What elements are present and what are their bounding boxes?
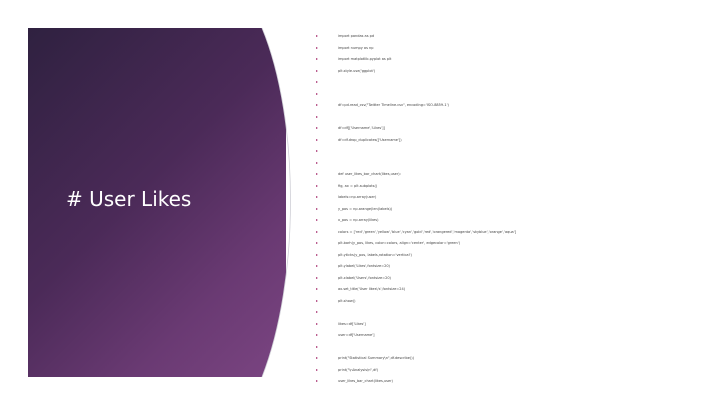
bullet-arrow-icon	[316, 92, 318, 95]
bullet-arrow-icon	[316, 35, 318, 37]
code-line-text: print("Statistical Summary\n",df.describ…	[338, 356, 414, 360]
code-line-text: import matplotlib.pyplot as plt	[338, 57, 392, 61]
code-line: df=df[['Username','Likes']]	[316, 123, 706, 135]
bullet-arrow-icon	[316, 345, 318, 348]
code-bullet-list: import pandas as pd import numpy as np imp…	[316, 31, 706, 388]
code-line-text: plt.ylabel('Likes',fontsize=20)	[338, 264, 390, 268]
bullet-arrow-icon	[316, 322, 318, 325]
code-line-text: df=pd.read_csv("Twitter Timeline.csv", e…	[338, 103, 449, 107]
code-line-text: ax.set_title('User likes\'s',fontsize=24…	[338, 287, 406, 291]
code-line-text: x_pos = np.array(likes)	[338, 218, 379, 222]
code-line: plt.style.use('ggplot')	[316, 66, 706, 78]
code-line-text: import pandas as pd	[338, 34, 375, 38]
code-line	[316, 89, 706, 101]
code-line: user=df['Username']	[316, 330, 706, 342]
code-line-text: likes=df['Likes']	[338, 321, 366, 326]
code-line	[316, 342, 706, 354]
slide-title: # User Likes	[66, 187, 192, 211]
bullet-arrow-icon	[316, 299, 318, 302]
bullet-arrow-icon	[316, 368, 318, 371]
bullet-arrow-icon	[316, 127, 318, 129]
code-line: labels=np.array(user)	[316, 192, 706, 204]
code-line: ax.set_title('User likes\'s',fontsize=24…	[316, 284, 706, 296]
bullet-arrow-icon	[316, 230, 318, 233]
code-line: import pandas as pd	[316, 31, 706, 43]
code-line: df=df.drop_duplicates(['Username'])	[316, 135, 706, 147]
bullet-arrow-icon	[316, 288, 318, 290]
bullet-arrow-icon	[316, 380, 318, 382]
code-line: print("Statistical Summary\n",df.describ…	[316, 353, 706, 365]
bullet-arrow-icon	[316, 207, 318, 210]
code-line-text: df=df[['Username','Likes']]	[338, 126, 385, 130]
code-line-text: labels=np.array(user)	[338, 195, 377, 199]
bullet-arrow-icon	[316, 253, 318, 256]
code-line	[316, 158, 706, 170]
code-line	[316, 112, 706, 124]
bullet-arrow-icon	[316, 58, 318, 60]
bullet-arrow-icon	[316, 115, 318, 118]
code-line-text: user_likes_bar_chart(likes,user)	[338, 379, 393, 383]
code-line: colors = ['red','green','yellow','blue',…	[316, 227, 706, 239]
bullet-arrow-icon	[316, 357, 318, 359]
code-line	[316, 77, 706, 89]
code-line-text: df=df.drop_duplicates(['Username'])	[338, 137, 402, 142]
slide: # User Likes import pandas as pd import n…	[0, 0, 720, 405]
code-line-text: colors = ['red','green','yellow','blue',…	[338, 229, 517, 234]
bullet-arrow-icon	[316, 161, 318, 164]
code-line-text: print("\nAnalysis\n",df)	[338, 367, 378, 372]
bullet-arrow-icon	[316, 219, 318, 221]
bullet-arrow-icon	[316, 138, 318, 141]
code-line-text: plt.show()	[338, 298, 356, 303]
code-line-text: y_pos = np.arange(len(labels))	[338, 206, 393, 211]
bullet-arrow-icon	[316, 196, 318, 198]
bullet-arrow-icon	[316, 184, 318, 187]
bullet-arrow-icon	[316, 334, 318, 336]
code-line: plt.ylabel('Likes',fontsize=20)	[316, 261, 706, 273]
bullet-arrow-icon	[316, 81, 318, 83]
code-line	[316, 307, 706, 319]
code-line: df=pd.read_csv("Twitter Timeline.csv", e…	[316, 100, 706, 112]
code-line: y_pos = np.arange(len(labels))	[316, 204, 706, 216]
code-line: likes=df['Likes']	[316, 319, 706, 331]
bullet-arrow-icon	[316, 265, 318, 267]
code-line-text: plt.style.use('ggplot')	[338, 68, 376, 73]
code-line-text: plt.barh(y_pos, likes, color=colors, ali…	[338, 241, 461, 245]
code-line-text: user=df['Username']	[338, 333, 375, 337]
bullet-arrow-icon	[316, 173, 318, 175]
code-line: print("\nAnalysis\n",df)	[316, 365, 706, 377]
code-line: def user_likes_bar_chart(likes,user):	[316, 169, 706, 181]
code-line: plt.xlabel('Users',fontsize=20)	[316, 273, 706, 285]
code-line	[316, 146, 706, 158]
code-line-text: import numpy as np	[338, 45, 374, 50]
code-line: plt.show()	[316, 296, 706, 308]
bullet-arrow-icon	[316, 311, 318, 313]
code-line: user_likes_bar_chart(likes,user)	[316, 376, 706, 388]
code-line: import matplotlib.pyplot as plt	[316, 54, 706, 66]
bullet-arrow-icon	[316, 150, 318, 152]
code-line: plt.barh(y_pos, likes, color=colors, ali…	[316, 238, 706, 250]
code-line-text: fig, ax = plt.subplots()	[338, 183, 378, 188]
bullet-arrow-icon	[316, 276, 318, 279]
code-line: plt.yticks(y_pos, labels,rotation='verti…	[316, 250, 706, 262]
code-line: x_pos = np.array(likes)	[316, 215, 706, 227]
code-line: fig, ax = plt.subplots()	[316, 181, 706, 193]
code-line-text: plt.xlabel('Users',fontsize=20)	[338, 275, 391, 280]
code-line-text: plt.yticks(y_pos, labels,rotation='verti…	[338, 252, 412, 257]
code-line-text: def user_likes_bar_chart(likes,user):	[338, 172, 401, 176]
bullet-arrow-icon	[316, 69, 318, 72]
bullet-arrow-icon	[316, 46, 318, 49]
bullet-arrow-icon	[316, 242, 318, 244]
code-line: import numpy as np	[316, 43, 706, 55]
bullet-arrow-icon	[316, 104, 318, 106]
